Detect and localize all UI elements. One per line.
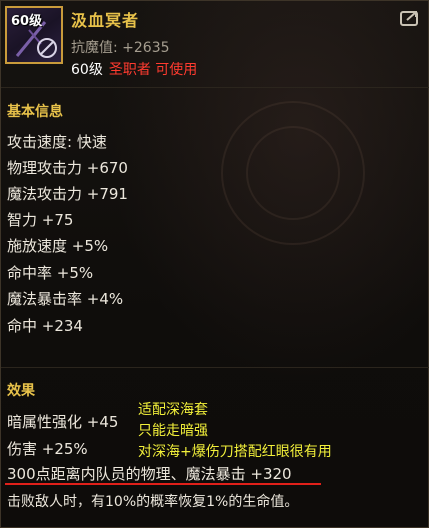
effect-description: 击败敌人时，有10%的概率恢复1%的生命值。 — [7, 494, 299, 510]
item-name: 汲血冥者 — [71, 11, 140, 30]
annotation-line: 对深海+爆伤刀搭配红眼很有用 — [138, 444, 332, 460]
stat-attack-speed: 攻击速度: 快速 — [7, 133, 107, 151]
stat-hit: 命中 +234 — [7, 317, 83, 335]
item-level-badge: 60级 — [11, 14, 43, 29]
stat-intelligence: 智力 +75 — [7, 211, 74, 229]
highlight-underline — [5, 483, 321, 485]
tooltip-header: 60级 汲血冥者 抗魔值: +2635 60级 圣职者 可使用 — [1, 1, 429, 88]
stat-physical-attack: 物理攻击力 +670 — [7, 159, 128, 177]
requirement-class: 圣职者 可使用 — [108, 62, 198, 78]
background-emblem-inner — [246, 126, 340, 220]
requirement-level: 60级 — [71, 62, 103, 78]
stat-hit-rate: 命中率 +5% — [7, 264, 94, 282]
basic-info-title: 基本信息 — [7, 104, 63, 120]
stat-cast-speed: 施放速度 +5% — [7, 237, 109, 255]
share-icon[interactable] — [400, 9, 422, 27]
stat-magic-attack: 魔法攻击力 +791 — [7, 185, 128, 203]
annotation-line: 只能走暗强 — [138, 423, 208, 439]
item-icon[interactable]: 60级 — [5, 6, 63, 64]
effect-dark-enhance: 暗属性强化 +45 — [7, 413, 119, 431]
item-tooltip: 60级 汲血冥者 抗魔值: +2635 60级 圣职者 可使用 基本信息 攻击速度… — [0, 0, 429, 528]
effect-party-crit: 300点距离内队员的物理、魔法暴击 +320 — [7, 465, 292, 483]
annotation-line: 适配深海套 — [138, 402, 208, 418]
section-divider — [1, 367, 429, 368]
item-resist-value: 抗魔值: +2635 — [71, 40, 170, 56]
effect-damage: 伤害 +25% — [7, 440, 88, 458]
effects-title: 效果 — [7, 383, 35, 399]
item-requirement: 60级 圣职者 可使用 — [71, 59, 197, 79]
stat-magic-crit-rate: 魔法暴击率 +4% — [7, 290, 124, 308]
